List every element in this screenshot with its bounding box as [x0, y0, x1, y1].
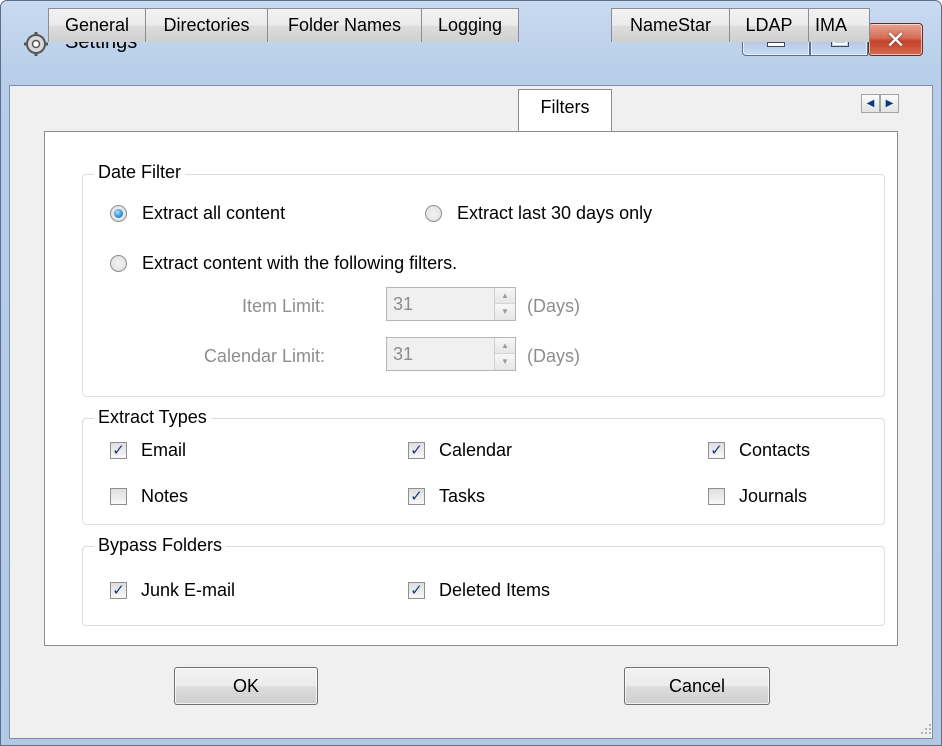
ok-button[interactable]: OK: [174, 667, 318, 705]
minimize-icon: [767, 42, 785, 47]
close-icon: ✕: [885, 26, 906, 54]
tab-ldap[interactable]: LDAP: [729, 8, 809, 42]
item-limit-spin-buttons: ▲ ▼: [494, 288, 515, 320]
extract-types-group: [82, 418, 885, 525]
tab-namestar[interactable]: NameStar: [611, 8, 730, 42]
date-filter-group-label: Date Filter: [94, 162, 186, 183]
tab-folder-names[interactable]: Folder Names: [267, 8, 422, 42]
notes-label: Notes: [141, 486, 189, 506]
tasks-checkbox[interactable]: ✓ Tasks: [408, 486, 485, 507]
checkbox-checked[interactable]: ✓: [110, 582, 127, 599]
tab-general[interactable]: General: [48, 8, 146, 42]
journals-checkbox[interactable]: Journals: [708, 486, 807, 507]
close-button[interactable]: ✕: [868, 23, 923, 56]
calendar-limit-unit: (Days): [527, 346, 580, 366]
settings-app-icon: [24, 32, 48, 56]
tab-logging[interactable]: Logging: [421, 8, 519, 42]
calendar-checkbox[interactable]: ✓ Calendar: [408, 440, 512, 461]
spin-up-icon[interactable]: ▲: [495, 288, 515, 304]
spin-down-icon[interactable]: ▼: [495, 354, 515, 370]
cancel-button[interactable]: Cancel: [624, 667, 770, 705]
deleted-items-label: Deleted Items: [439, 580, 551, 600]
spin-down-icon[interactable]: ▼: [495, 304, 515, 320]
filters-tab-page: Date Filter Extract all content Extract …: [44, 131, 898, 646]
item-limit-unit: (Days): [527, 296, 580, 316]
email-checkbox[interactable]: ✓ Email: [110, 440, 186, 461]
checkbox-checked[interactable]: ✓: [110, 442, 127, 459]
notes-checkbox[interactable]: Notes: [110, 486, 188, 507]
checkbox-checked[interactable]: ✓: [708, 442, 725, 459]
tab-ima[interactable]: IMA: [808, 8, 870, 42]
extract-types-group-label: Extract Types: [94, 407, 211, 428]
extract-last-30-days-radio[interactable]: Extract last 30 days only: [425, 203, 652, 224]
arrow-left-icon: ◀: [866, 98, 875, 109]
calendar-limit-label: Calendar Limit:: [203, 346, 325, 366]
checkbox-checked[interactable]: ✓: [408, 582, 425, 599]
contacts-checkbox[interactable]: ✓ Contacts: [708, 440, 810, 461]
contacts-label: Contacts: [739, 440, 811, 460]
radio-indicator[interactable]: [110, 255, 127, 272]
tab-scroll-left-button[interactable]: ◀: [861, 94, 880, 113]
tab-scroll-right-button[interactable]: ▶: [880, 94, 899, 113]
calendar-label: Calendar: [439, 440, 513, 460]
item-limit-label: Item Limit:: [241, 296, 325, 316]
bypass-folders-group-label: Bypass Folders: [94, 535, 227, 556]
spin-up-icon[interactable]: ▲: [495, 338, 515, 354]
extract-all-content-radio[interactable]: Extract all content: [110, 203, 285, 224]
deleted-items-checkbox[interactable]: ✓ Deleted Items: [408, 580, 550, 601]
checkbox-unchecked[interactable]: [708, 488, 725, 505]
extract-all-content-label: Extract all content: [142, 203, 286, 223]
checkbox-unchecked[interactable]: [110, 488, 127, 505]
calendar-limit-spinner[interactable]: 31 ▲ ▼: [386, 337, 516, 371]
item-limit-value: 31: [393, 294, 414, 314]
extract-last-30-days-label: Extract last 30 days only: [457, 203, 653, 223]
tasks-label: Tasks: [439, 486, 486, 506]
radio-indicator[interactable]: [425, 205, 442, 222]
checkbox-checked[interactable]: ✓: [408, 442, 425, 459]
tab-filters[interactable]: Filters: [518, 89, 612, 131]
calendar-limit-spin-buttons: ▲ ▼: [494, 338, 515, 370]
radio-indicator-selected[interactable]: [110, 205, 127, 222]
calendar-limit-value: 31: [393, 344, 414, 364]
junk-email-checkbox[interactable]: ✓ Junk E-mail: [110, 580, 235, 601]
junk-email-label: Junk E-mail: [141, 580, 236, 600]
extract-with-filters-radio[interactable]: Extract content with the following filte…: [110, 253, 457, 274]
extract-with-filters-label: Extract content with the following filte…: [142, 253, 458, 273]
item-limit-spinner[interactable]: 31 ▲ ▼: [386, 287, 516, 321]
resize-grip-icon[interactable]: [918, 722, 932, 736]
tab-directories[interactable]: Directories: [145, 8, 268, 42]
journals-label: Journals: [739, 486, 808, 506]
email-label: Email: [141, 440, 187, 460]
checkbox-checked[interactable]: ✓: [408, 488, 425, 505]
arrow-right-icon: ▶: [885, 98, 894, 109]
